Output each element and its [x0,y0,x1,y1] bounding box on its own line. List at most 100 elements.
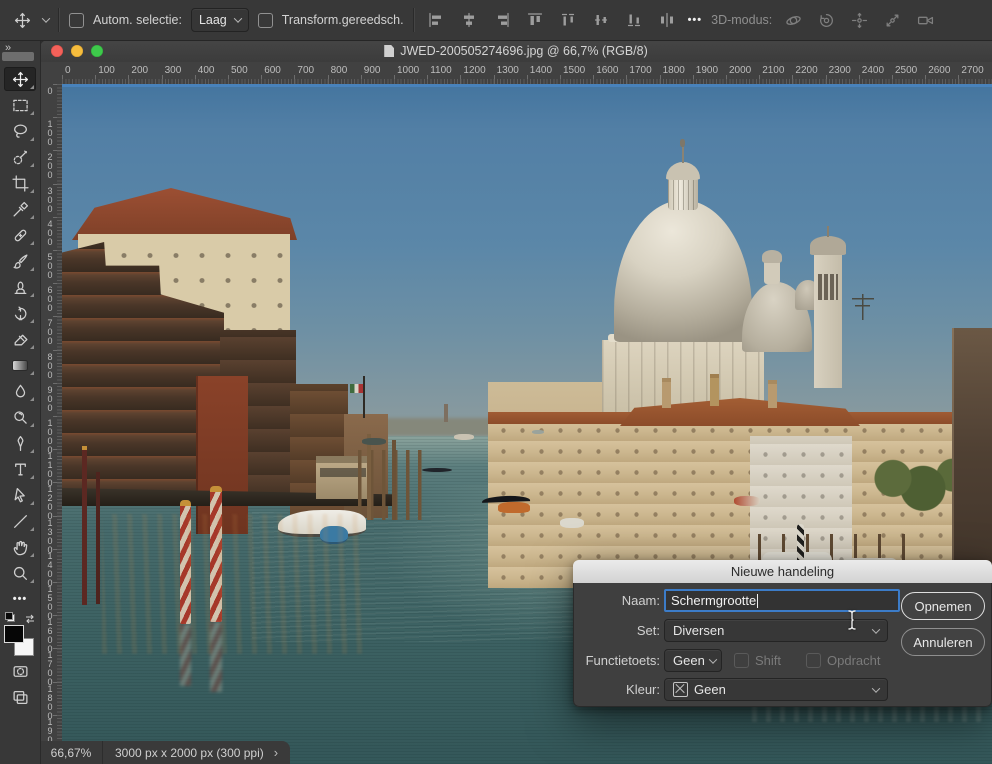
action-name-value: Schermgrootte [671,593,756,608]
color-label: Kleur: [574,679,660,701]
rectangular-marquee-tool[interactable] [0,92,40,118]
quick-mask-button[interactable] [0,658,40,684]
function-key-label: Functietoets: [574,650,660,672]
bell-tower [814,252,842,388]
3d-slide-icon[interactable] [880,8,904,32]
align-horizontal-centers-button[interactable] [457,8,481,32]
ibeam-cursor [846,609,858,636]
swap-colors-icon[interactable] [24,612,36,630]
second-dome-lantern [764,260,780,284]
record-button[interactable]: Opnemen [901,592,985,620]
brush-tool[interactable] [0,248,40,274]
3d-camera-icon[interactable] [913,8,937,32]
gradient-tool[interactable] [0,352,40,378]
pen-tool[interactable] [0,430,40,456]
dark-red-pole [82,446,87,605]
command-label: Opdracht [827,653,880,668]
document-icon [384,45,394,57]
dialog-title[interactable]: Nieuwe handeling [573,560,992,584]
dodge-tool[interactable] [0,404,40,430]
italian-flag [350,384,363,393]
zoom-level-value: 66,67% [51,746,92,760]
cancel-button[interactable]: Annuleren [901,628,985,656]
shift-checkbox[interactable]: Shift [734,653,781,668]
auto-select-checkbox[interactable] [69,13,84,28]
set-value: Diversen [673,623,724,638]
move-tool[interactable] [0,66,40,92]
color-swatches [0,612,40,658]
tools-column: ••• [0,66,40,710]
align-top-edges-button[interactable] [523,8,547,32]
status-chevron-icon[interactable]: › [274,745,278,760]
salute-lantern [668,176,698,210]
distribute-horizontal-centers-button[interactable] [655,8,679,32]
align-left-edges-button[interactable] [424,8,448,32]
3d-orbit-icon[interactable] [781,8,805,32]
gondola [422,468,452,472]
left-reflections [102,514,362,654]
distant-boat [454,434,474,440]
spot-healing-brush-tool[interactable] [0,222,40,248]
zoom-tool[interactable] [0,560,40,586]
dialog-body: Naam: Schermgrootte Opnemen Set: Diverse… [573,583,992,707]
eyedropper-tool[interactable] [0,196,40,222]
more-options-button[interactable]: ••• [688,14,703,26]
distant-boat [532,430,544,434]
white-boat [560,518,584,528]
foreground-color-swatch[interactable] [4,625,24,643]
red-boat [734,496,760,506]
ruler-corner[interactable] [40,62,63,85]
lasso-tool[interactable] [0,118,40,144]
quick-selection-tool[interactable] [0,144,40,170]
clone-stamp-tool[interactable] [0,274,40,300]
salute-statue [680,139,685,147]
ruler-horizontal[interactable]: 0100200300400500600700800900100011001200… [62,62,992,85]
separator [58,8,60,32]
distant-boat [362,438,386,445]
hand-tool[interactable] [0,534,40,560]
auto-select-dropdown[interactable]: Laag [191,8,249,32]
default-colors-icon[interactable] [5,612,15,622]
3d-pan-icon[interactable] [847,8,871,32]
eraser-tool[interactable] [0,326,40,352]
panel-grip[interactable] [2,52,34,61]
blur-tool[interactable] [0,378,40,404]
tools-panel: » [0,40,41,764]
window-titlebar[interactable]: JWED-200505274696.jpg @ 66,7% (RGB/8) [40,40,992,63]
history-brush-tool[interactable] [0,300,40,326]
ruler-vertical[interactable]: 0100200300400500600700800900100011001200… [40,84,63,764]
chevron-down-icon [872,625,880,633]
wood-pole [367,434,371,520]
distribute-bottom-edges-button[interactable] [622,8,646,32]
3d-roll-icon[interactable] [814,8,838,32]
path-selection-tool[interactable] [0,482,40,508]
align-right-edges-button[interactable] [490,8,514,32]
second-dome-cap [762,250,782,263]
document-info[interactable]: 3000 px x 2000 px (300 ppi) › [103,741,290,764]
flag-pole [363,376,365,418]
tool-preset-chevron-icon[interactable] [42,14,50,22]
transform-controls-checkbox[interactable] [258,13,273,28]
move-tool-preset-icon[interactable] [10,8,34,32]
color-dropdown[interactable]: Geen [664,678,888,701]
distribute-vertical-centers-button[interactable] [589,8,613,32]
checkbox-icon [734,653,749,668]
action-name-input[interactable]: Schermgrootte [664,589,900,612]
type-tool[interactable] [0,456,40,482]
checkbox-icon [806,653,821,668]
salute-finial [682,146,684,163]
sky-top-band [62,84,992,87]
line-tool[interactable] [0,508,40,534]
edit-toolbar-button[interactable]: ••• [0,586,40,612]
distribute-top-edges-button[interactable] [556,8,580,32]
function-key-dropdown[interactable]: Geen [664,649,722,672]
command-checkbox[interactable]: Opdracht [806,653,880,668]
mode-3d-label: 3D-modus: [711,13,772,27]
antenna [852,294,874,320]
document-dimensions: 3000 px x 2000 px (300 ppi) [115,746,264,760]
zoom-level-field[interactable]: 66,67% [40,741,103,764]
screen-mode-button[interactable] [0,684,40,710]
function-key-value: Geen [673,653,705,668]
crop-tool[interactable] [0,170,40,196]
orange-boat [498,502,530,513]
